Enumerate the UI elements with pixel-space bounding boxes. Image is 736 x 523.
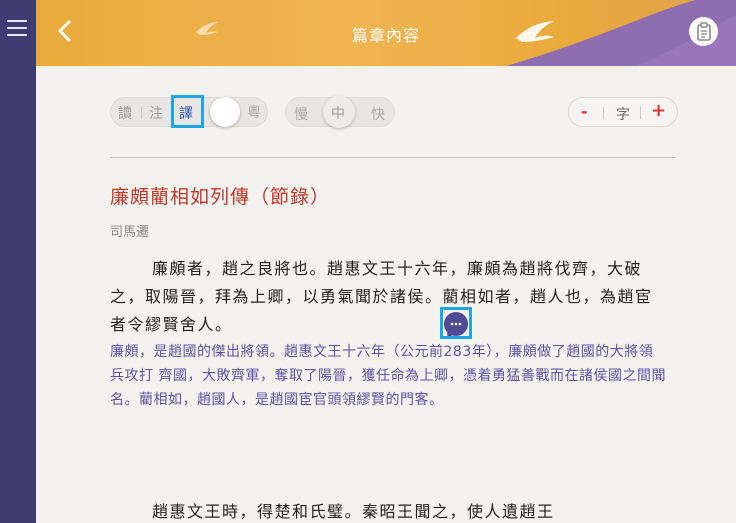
article-title: 廉頗藺相如列傳（節錄） [110,186,331,208]
divider [640,107,641,119]
speech-bubble-icon [450,322,462,326]
font-increase-button[interactable]: + [651,100,666,121]
original-paragraph: 廉頗者，趙之良將也。趙惠文王十六年，廉頗為趙將伐齊，大破之，取陽晉，拜為上卿，以… [110,259,653,334]
speed-medium-button[interactable]: 中 [331,103,345,123]
font-decrease-button[interactable]: - [581,102,588,121]
article-author: 司馬遷 [110,225,150,240]
original-paragraph: 趙惠文王時，得楚和氏璧。秦昭王聞之，使人遺趙王 [152,502,555,521]
mode-annotate-button[interactable]: 注 [149,103,163,123]
notes-button[interactable] [689,17,718,46]
page-title: 篇章內容 [351,26,420,45]
cantonese-label: 粵 [247,105,261,121]
side-rail [0,0,36,523]
comment-button[interactable] [444,312,468,336]
cantonese-toggle[interactable] [210,97,240,127]
app-window: 篇章內容 讀 注 譯 粵 慢 快 中 - 字 + 廉頗藺相如列傳（節錄） 司馬遷… [0,0,736,523]
translation-paragraph: 廉頗，是趙國的傑出將領。趙惠文王十六年（公元前283年），廉頗做了趙國的大將領兵… [110,344,666,408]
mode-translate-button[interactable]: 譯 [179,103,193,123]
divider [603,107,604,119]
content-divider [110,157,676,158]
font-size-control: - 字 + [568,97,678,127]
hamburger-menu-icon[interactable] [7,19,29,37]
speed-slow-button[interactable]: 慢 [294,104,308,124]
font-size-label: 字 [616,107,630,123]
divider [141,107,142,119]
mode-read-button[interactable]: 讀 [118,103,132,123]
divider [171,107,172,119]
header-bar: 篇章內容 [36,0,736,66]
mode-selector: 讀 注 譯 [110,97,268,127]
notes-icon [696,21,711,41]
speed-fast-button[interactable]: 快 [371,104,385,124]
